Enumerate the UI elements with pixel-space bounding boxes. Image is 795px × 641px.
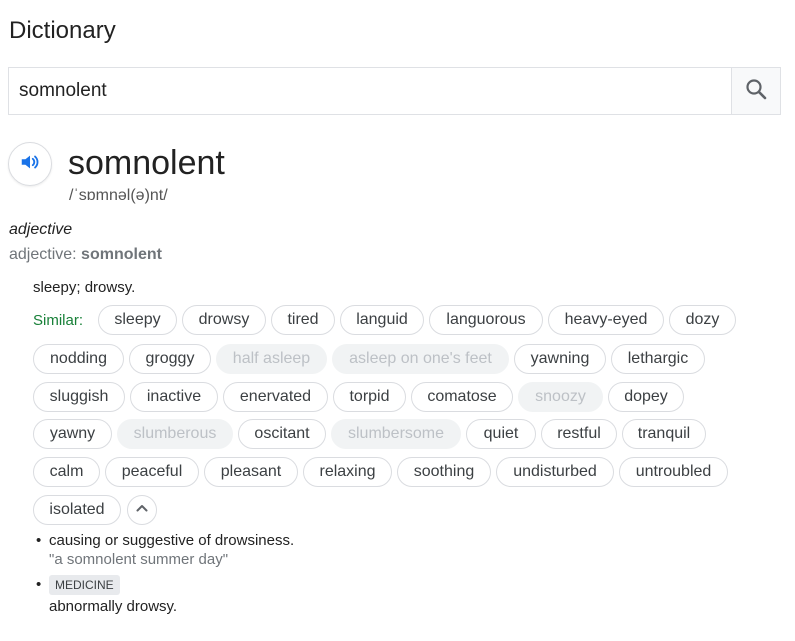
similar-label: Similar: <box>33 312 84 329</box>
chevron-up-icon <box>135 501 149 520</box>
synonym-chip[interactable]: soothing <box>397 457 491 487</box>
synonym-chip[interactable]: drowsy <box>182 305 266 335</box>
synonym-chip[interactable]: yawny <box>33 419 112 449</box>
collapse-synonyms-button[interactable] <box>127 495 157 525</box>
page-title: Dictionary <box>9 17 116 44</box>
pronunciation-button[interactable] <box>8 142 52 186</box>
synonym-chip[interactable]: relaxing <box>303 457 392 487</box>
synonym-chip[interactable]: undisturbed <box>496 457 614 487</box>
search-icon <box>744 77 768 106</box>
synonym-chip[interactable]: tranquil <box>622 419 706 449</box>
definition-sleepy: sleepy; drowsy. <box>33 279 136 296</box>
synonym-chip[interactable]: comatose <box>411 382 513 412</box>
synonym-chip[interactable]: restful <box>541 419 617 449</box>
part-of-speech-line: adjective: somnolent <box>9 246 162 264</box>
synonym-chip: snoozy <box>518 382 603 412</box>
synonym-chip[interactable]: isolated <box>33 495 121 525</box>
example-sentence: "a somnolent summer day" <box>49 551 229 568</box>
definition-causing-drowsiness: causing or suggestive of drowsiness. <box>49 532 295 549</box>
search-button[interactable] <box>731 68 780 114</box>
search-bar <box>8 67 781 115</box>
synonym-chip[interactable]: sluggish <box>33 382 125 412</box>
bullet-marker: • <box>36 576 42 593</box>
synonym-chip[interactable]: oscitant <box>238 419 326 449</box>
synonym-chip[interactable]: peaceful <box>105 457 199 487</box>
synonym-chip: half asleep <box>216 344 327 374</box>
synonym-chip[interactable]: languorous <box>429 305 543 335</box>
synonym-chip[interactable]: quiet <box>466 419 536 449</box>
synonym-chip[interactable]: inactive <box>130 382 218 412</box>
synonym-chip[interactable]: sleepy <box>98 305 177 335</box>
synonym-chip[interactable]: lethargic <box>611 344 705 374</box>
bullet-marker: • <box>36 532 42 549</box>
synonym-chip[interactable]: nodding <box>33 344 124 374</box>
synonym-chip[interactable]: yawning <box>514 344 606 374</box>
definition-abnormally-drowsy: abnormally drowsy. <box>49 598 178 615</box>
synonym-chip[interactable]: dopey <box>608 382 684 412</box>
headword: somnolent <box>68 144 225 182</box>
pos-prefix: adjective: <box>9 246 82 263</box>
synonym-chip[interactable]: dozy <box>669 305 736 335</box>
synonym-chip[interactable]: groggy <box>129 344 211 374</box>
synonym-chip[interactable]: calm <box>33 457 100 487</box>
synonym-chip[interactable]: pleasant <box>204 457 298 487</box>
part-of-speech: adjective <box>9 221 73 238</box>
synonym-chip: asleep on one's feet <box>332 344 509 374</box>
synonym-chip[interactable]: languid <box>340 305 424 335</box>
domain-label: MEDICINE <box>49 575 120 595</box>
phonetic-text: /ˈsɒmnəl(ə)nt/ <box>69 187 168 204</box>
search-input[interactable] <box>9 68 731 114</box>
synonym-chip: slumberous <box>117 419 233 449</box>
synonym-chip[interactable]: enervated <box>223 382 328 412</box>
synonym-chip[interactable]: torpid <box>333 382 406 412</box>
synonym-chip[interactable]: tired <box>271 305 335 335</box>
synonym-chip: slumbersome <box>331 419 461 449</box>
synonym-chip[interactable]: heavy-eyed <box>548 305 664 335</box>
synonym-chip[interactable]: untroubled <box>619 457 728 487</box>
pos-word: somnolent <box>81 246 162 263</box>
speaker-icon <box>19 151 41 178</box>
